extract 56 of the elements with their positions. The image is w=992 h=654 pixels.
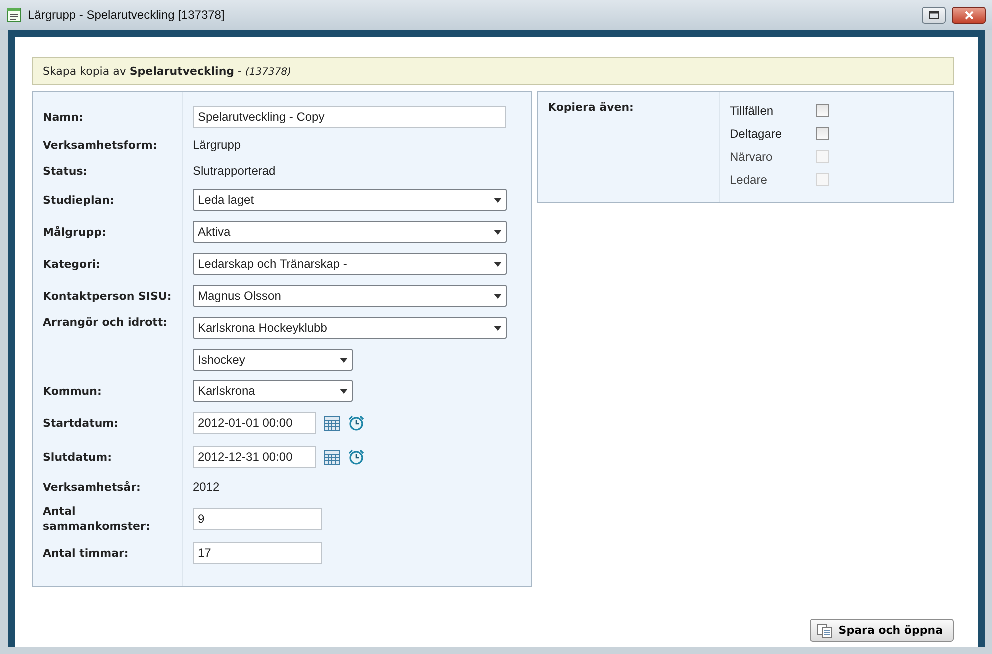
- dropdown-caret-icon: [494, 230, 502, 234]
- window-form-icon: [6, 7, 22, 23]
- calendar-icon[interactable]: [324, 450, 340, 464]
- checkbox[interactable]: [816, 104, 829, 117]
- dropdown[interactable]: Ishockey: [193, 349, 353, 371]
- field-value: Slutrapporterad: [193, 164, 276, 178]
- alarm-clock-icon[interactable]: [348, 448, 365, 466]
- field-label: Slutdatum:: [43, 450, 114, 464]
- field-label: Studieplan:: [43, 192, 116, 208]
- text-field[interactable]: 17: [193, 542, 322, 564]
- dropdown-caret-icon: [494, 198, 502, 202]
- save-and-open-button[interactable]: Spara och öppna: [810, 619, 954, 642]
- dropdown[interactable]: Aktiva: [193, 221, 507, 243]
- date-field[interactable]: 2012-12-31 00:00: [193, 446, 316, 468]
- field-value: Lärgrupp: [193, 138, 242, 152]
- checkbox-label: Närvaro: [730, 150, 774, 164]
- field-label: Namn:: [43, 110, 84, 124]
- date-field[interactable]: 2012-01-01 00:00: [193, 412, 316, 434]
- restore-icon: [929, 11, 939, 19]
- text-field[interactable]: Spelarutveckling - Copy: [193, 106, 506, 128]
- restore-button[interactable]: [922, 6, 946, 24]
- checkbox-label: Ledare: [730, 172, 768, 186]
- copy-pages-icon: [816, 624, 833, 638]
- copy-header: Skapa kopia av Spelarutveckling - (137378): [32, 57, 954, 85]
- field-label: Kommun:: [43, 384, 103, 398]
- close-icon: [964, 10, 974, 20]
- field-label: Arrangör och idrott:: [43, 315, 169, 330]
- field-label: Antal sammankomster:: [43, 504, 152, 534]
- checkbox-label: Deltagare: [730, 126, 784, 140]
- window-title: Lärgrupp - Spelarutveckling [137378]: [28, 8, 226, 22]
- dropdown-caret-icon: [340, 388, 348, 394]
- field-label: Kontaktperson SISU:: [43, 288, 173, 304]
- checkbox[interactable]: [816, 127, 829, 140]
- dropdown[interactable]: Ledarskap och Tränarskap -: [193, 253, 507, 275]
- dropdown[interactable]: Karlskrona Hockeyklubb: [193, 317, 507, 339]
- dropdown[interactable]: Karlskrona: [193, 380, 353, 402]
- field-label: Kopiera även:: [548, 100, 635, 115]
- dropdown-caret-icon: [340, 358, 348, 362]
- alarm-clock-icon[interactable]: [348, 414, 365, 432]
- field-label: Startdatum:: [43, 416, 120, 430]
- field-label: Verksamhetsår:: [43, 480, 142, 494]
- field-label: Verksamhetsform:: [43, 138, 158, 152]
- dropdown-caret-icon: [494, 326, 502, 330]
- field-label: Målgrupp:: [43, 224, 108, 240]
- field-label: Antal timmar:: [43, 546, 130, 560]
- dropdown-caret-icon: [494, 294, 502, 298]
- dropdown[interactable]: Leda laget: [193, 189, 507, 211]
- text-field[interactable]: 9: [193, 508, 322, 530]
- field-label: Kategori:: [43, 256, 102, 272]
- field-value: 2012: [193, 480, 220, 494]
- dropdown[interactable]: Magnus Olsson: [193, 285, 507, 307]
- close-button[interactable]: [952, 6, 986, 24]
- dropdown-caret-icon: [494, 262, 502, 266]
- calendar-icon[interactable]: [324, 416, 340, 430]
- field-label: Status:: [43, 164, 89, 178]
- checkbox-label: Tillfällen: [730, 104, 775, 118]
